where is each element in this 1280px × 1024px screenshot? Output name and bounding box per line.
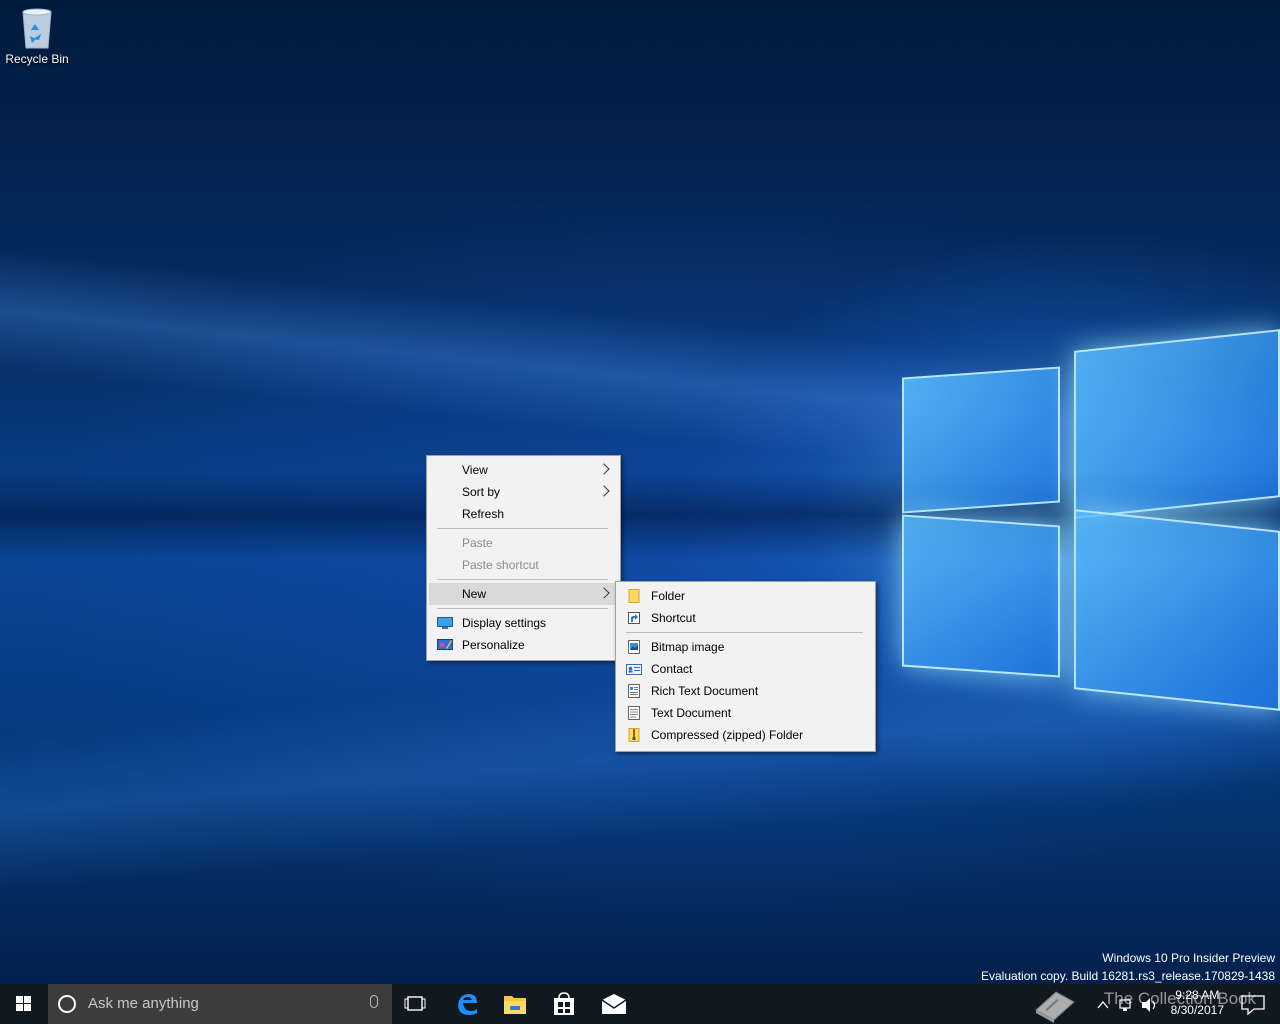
- chevron-up-icon: [1097, 1000, 1109, 1009]
- start-button[interactable]: [0, 984, 48, 1024]
- taskbar: Ask me anything The Collection Book 9:28…: [0, 984, 1280, 1024]
- clock-time: 9:28 AM: [1175, 988, 1220, 1002]
- mail-button[interactable]: [590, 984, 638, 1024]
- chevron-right-icon: [598, 587, 610, 599]
- submenu-item-shortcut[interactable]: Shortcut: [618, 607, 873, 629]
- action-center-button[interactable]: [1234, 984, 1274, 1024]
- microphone-icon[interactable]: [370, 995, 378, 1008]
- clock-date: 8/30/2017: [1170, 1003, 1224, 1017]
- submenu-item-rich-text-document[interactable]: Rich Text Document: [618, 680, 873, 702]
- store-icon: [554, 992, 574, 1015]
- chevron-right-icon: [598, 485, 610, 497]
- search-placeholder: Ask me anything: [88, 995, 199, 1012]
- menu-separator: [437, 608, 608, 609]
- menu-item-paste: Paste: [429, 532, 618, 554]
- notification-icon: [1241, 995, 1265, 1016]
- cortana-icon: [58, 995, 76, 1013]
- submenu-item-label: Compressed (zipped) Folder: [651, 728, 804, 742]
- windows-logo-pane: [1074, 509, 1280, 711]
- personalize-icon: [437, 639, 453, 650]
- recycle-bin-icon: [22, 8, 52, 49]
- volume-icon: [1142, 998, 1150, 1012]
- windows-logo-pane: [1074, 329, 1280, 519]
- bitmap-icon: [628, 640, 640, 654]
- clock[interactable]: 9:28 AM 8/30/2017: [1171, 988, 1224, 1018]
- windows-logo-icon: [24, 1004, 31, 1011]
- task-view-button[interactable]: [392, 984, 440, 1024]
- menu-item-view[interactable]: View: [429, 459, 618, 481]
- menu-item-label: Refresh: [462, 507, 505, 521]
- submenu-item-label: Rich Text Document: [651, 684, 759, 698]
- menu-item-display-settings[interactable]: Display settings: [429, 612, 618, 634]
- submenu-item-bitmap-image[interactable]: Bitmap image: [618, 636, 873, 658]
- windows-logo-pane: [902, 514, 1060, 678]
- submenu-item-text-document[interactable]: Text Document: [618, 702, 873, 724]
- text-document-icon: [628, 706, 640, 720]
- submenu-item-label: Folder: [651, 589, 686, 603]
- submenu-item-contact[interactable]: Contact: [618, 658, 873, 680]
- build-watermark-line1: Windows 10 Pro Insider Preview: [1102, 951, 1275, 965]
- edge-icon: [458, 994, 477, 1015]
- mail-icon: [601, 994, 627, 1014]
- folder-icon: [628, 589, 640, 603]
- submenu-item-label: Text Document: [651, 706, 732, 720]
- search-box[interactable]: Ask me anything: [48, 984, 392, 1024]
- display-icon: [437, 617, 453, 629]
- overlay-logo: [1030, 984, 1090, 1024]
- book-logo-icon: [1035, 991, 1075, 1023]
- menu-item-label: View: [462, 463, 488, 477]
- file-explorer-button[interactable]: [491, 984, 539, 1024]
- tray-icons: [1097, 998, 1156, 1012]
- desktop-icon-recycle-bin[interactable]: Recycle Bin: [4, 6, 70, 66]
- desktop-context-menu: View Sort by Refresh Paste Paste shortcu…: [426, 455, 621, 661]
- file-explorer-icon: [504, 996, 526, 1014]
- chevron-right-icon: [598, 463, 610, 475]
- menu-item-refresh[interactable]: Refresh: [429, 503, 618, 525]
- menu-separator: [626, 632, 863, 633]
- menu-separator: [437, 579, 608, 580]
- submenu-item-label: Shortcut: [651, 611, 696, 625]
- submenu-item-label: Contact: [651, 662, 693, 676]
- windows-logo-icon: [16, 996, 23, 1003]
- submenu-item-label: Bitmap image: [651, 640, 725, 654]
- desktop-icon-label: Recycle Bin: [5, 52, 69, 66]
- menu-item-label: Display settings: [462, 616, 547, 630]
- zip-folder-icon: [628, 728, 640, 742]
- edge-button[interactable]: [443, 984, 491, 1024]
- windows-logo-icon: [16, 1004, 23, 1011]
- new-submenu: Folder Shortcut Bitmap image Contact Ric…: [615, 581, 876, 752]
- submenu-item-compressed-folder[interactable]: Compressed (zipped) Folder: [618, 724, 873, 746]
- contact-icon: [626, 664, 642, 675]
- menu-item-personalize[interactable]: Personalize: [429, 634, 618, 656]
- menu-item-label: Sort by: [462, 485, 501, 499]
- menu-separator: [437, 528, 608, 529]
- rich-text-icon: [628, 684, 640, 698]
- menu-item-new[interactable]: New: [429, 583, 618, 605]
- build-watermark-line2: Evaluation copy. Build 16281.rs3_release…: [981, 969, 1275, 983]
- task-view-icon: [404, 996, 426, 1011]
- windows-logo-pane: [902, 366, 1060, 513]
- menu-item-label: Personalize: [462, 638, 525, 652]
- menu-item-sort-by[interactable]: Sort by: [429, 481, 618, 503]
- network-icon: [1119, 999, 1131, 1009]
- menu-item-paste-shortcut: Paste shortcut: [429, 554, 618, 576]
- shortcut-icon: [628, 612, 640, 624]
- submenu-item-folder[interactable]: Folder: [618, 585, 873, 607]
- menu-item-label: New: [462, 587, 487, 601]
- windows-logo-icon: [24, 996, 31, 1003]
- system-tray: [1094, 984, 1164, 1024]
- menu-item-label: Paste: [462, 536, 493, 550]
- menu-item-label: Paste shortcut: [462, 558, 539, 572]
- store-button[interactable]: [540, 984, 588, 1024]
